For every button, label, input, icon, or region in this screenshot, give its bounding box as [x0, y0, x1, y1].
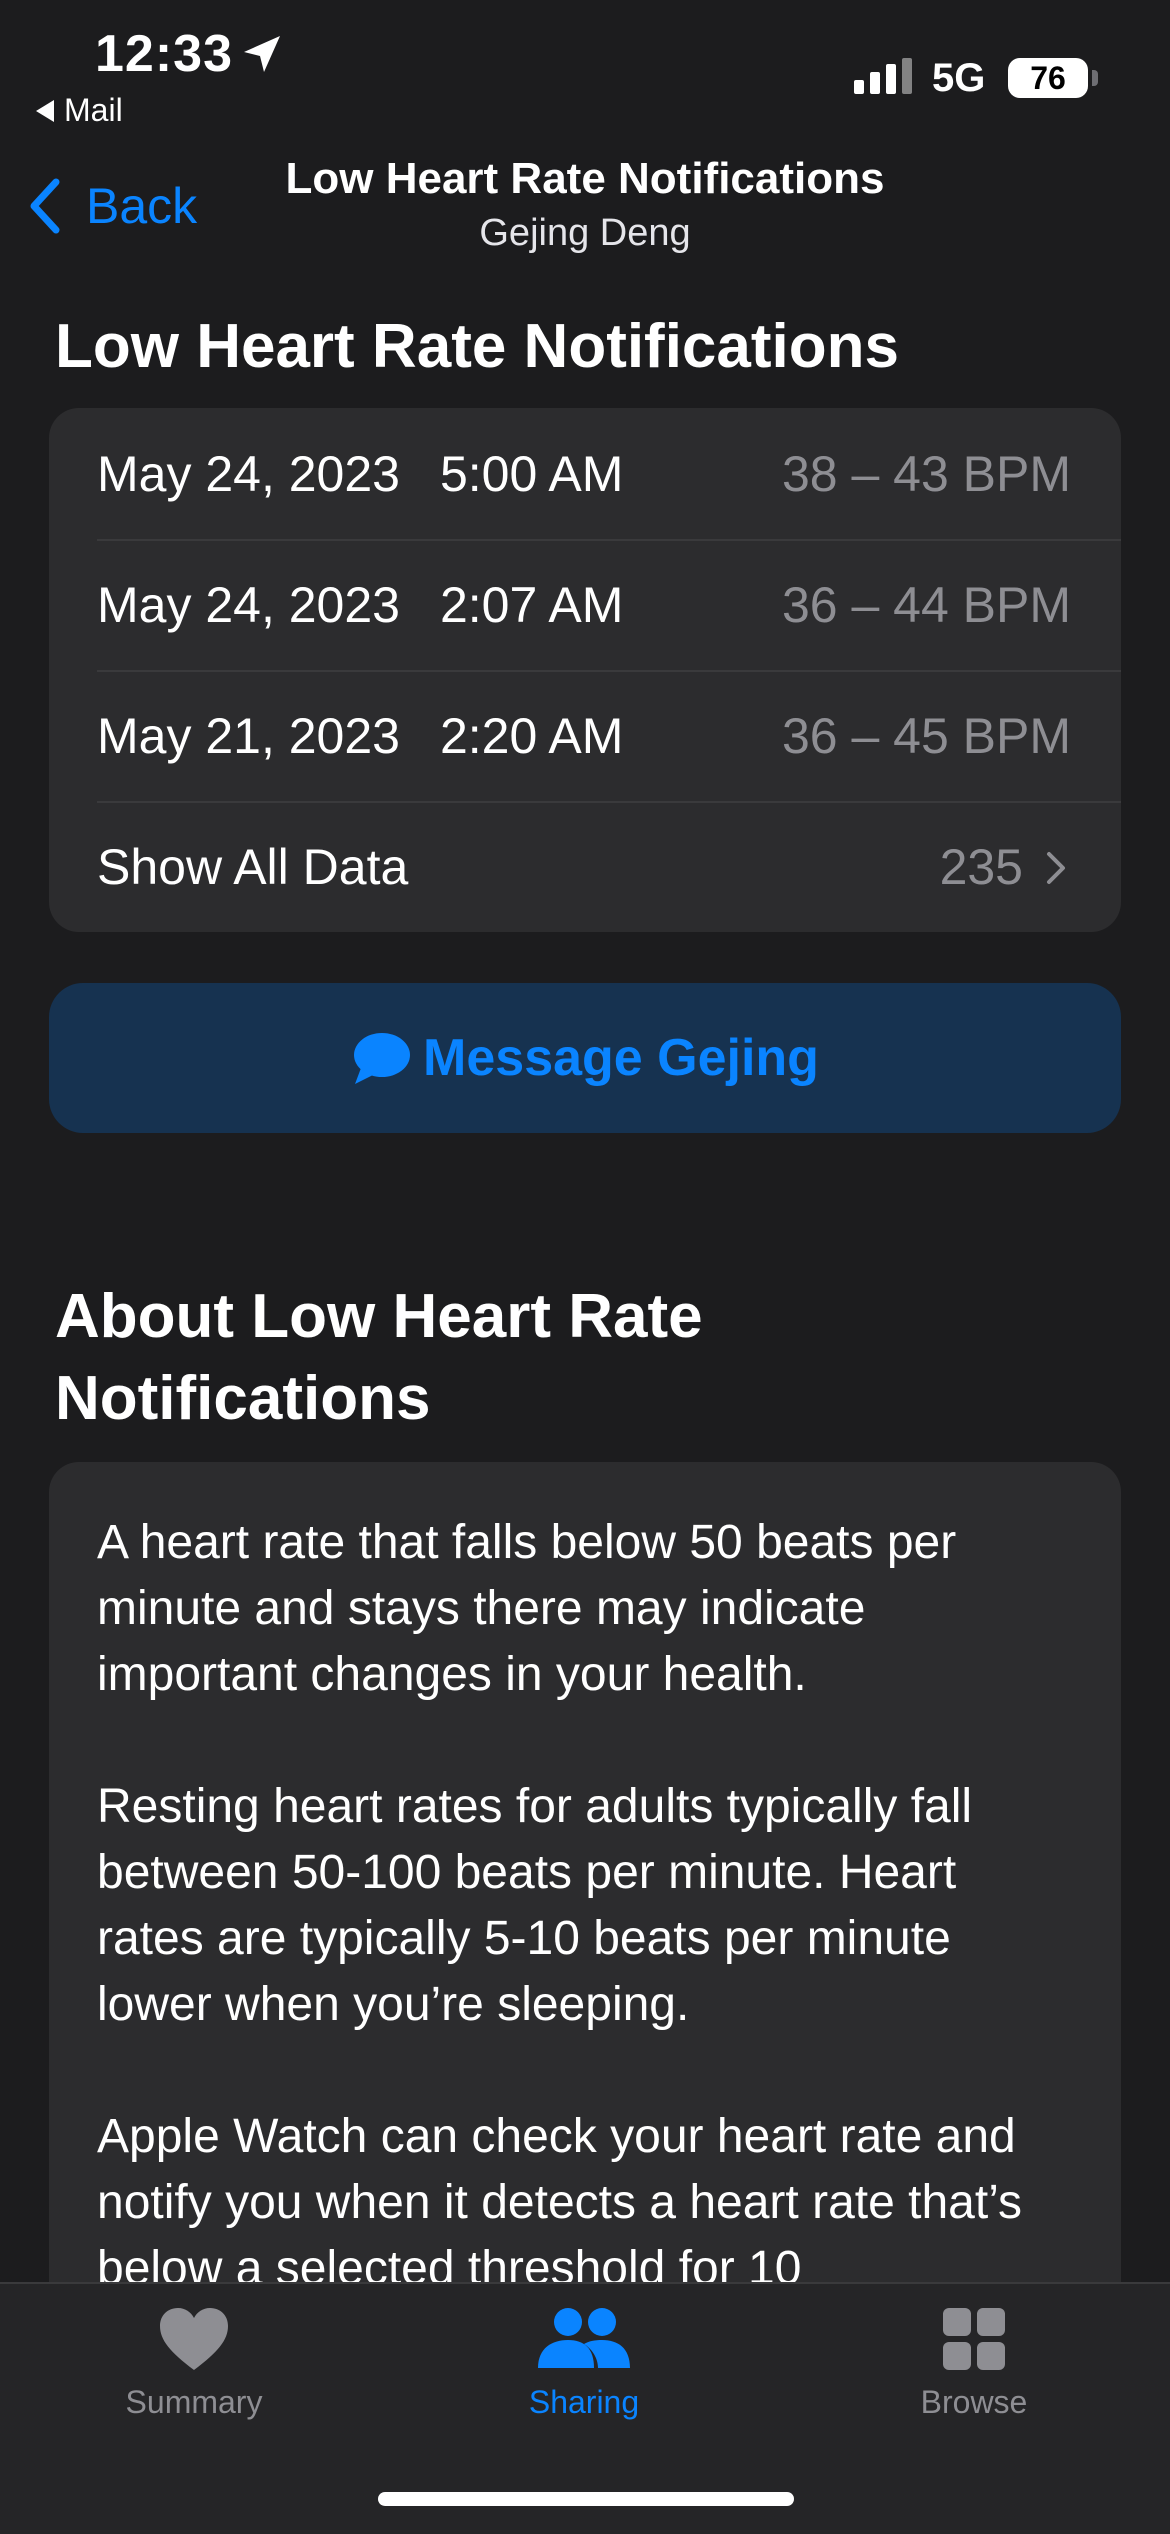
- row-time: 2:07 AM: [439, 576, 624, 633]
- notification-row[interactable]: May 24, 2023 2:07 AM 36 – 44 BPM: [49, 539, 1121, 670]
- row-bpm: 38 – 43 BPM: [781, 445, 1071, 502]
- row-time: 5:00 AM: [439, 445, 624, 502]
- show-all-data-row[interactable]: Show All Data 235: [49, 801, 1121, 932]
- back-app-label: Mail: [64, 92, 123, 128]
- back-triangle-icon: [36, 99, 54, 122]
- message-button[interactable]: Message Gejing: [49, 983, 1121, 1133]
- show-all-count: 235: [939, 838, 1023, 895]
- about-paragraph: Resting heart rates for adults typically…: [97, 1780, 973, 2031]
- notification-row[interactable]: May 24, 2023 5:00 AM 38 – 43 BPM: [49, 408, 1121, 539]
- network-type: 5G: [932, 56, 986, 100]
- navigation-bar: Low Heart Rate Notifications Gejing Deng…: [0, 140, 1170, 260]
- location-arrow-icon: [244, 36, 280, 72]
- about-paragraph: A heart rate that falls below 50 beats p…: [97, 1516, 957, 1701]
- back-label: Back: [86, 178, 198, 234]
- row-time: 2:20 AM: [439, 707, 624, 764]
- tab-summary[interactable]: Summary: [44, 2304, 344, 2421]
- status-bar: 12:33 Mail 5G 76: [0, 0, 1170, 140]
- people-icon: [538, 2308, 630, 2368]
- tab-sharing-label: Sharing: [528, 2384, 640, 2420]
- row-bpm: 36 – 44 BPM: [781, 576, 1071, 633]
- heart-icon: [160, 2308, 228, 2370]
- row-date: May 21, 2023: [97, 707, 400, 764]
- home-indicator[interactable]: [378, 2492, 794, 2506]
- row-date: May 24, 2023: [97, 576, 400, 633]
- tab-summary-label: Summary: [125, 2384, 263, 2420]
- chevron-right-icon: [1047, 852, 1065, 884]
- notification-row[interactable]: May 21, 2023 2:20 AM 36 – 45 BPM: [49, 670, 1121, 801]
- grid-icon: [943, 2308, 1005, 2370]
- battery-cap: [1092, 70, 1098, 86]
- tab-browse[interactable]: Browse: [824, 2304, 1124, 2421]
- back-to-app-link[interactable]: Mail: [36, 92, 123, 129]
- message-bubble-icon: [354, 1033, 411, 1084]
- section-title-about: About Low Heart Rate Notifications: [55, 1276, 703, 1440]
- battery-level: 76: [1030, 59, 1066, 96]
- section-title-notifications: Low Heart Rate Notifications: [55, 312, 899, 381]
- tab-sharing[interactable]: Sharing: [434, 2304, 734, 2421]
- about-title-line1: About Low Heart Rate: [55, 1282, 703, 1351]
- tab-browse-label: Browse: [920, 2384, 1028, 2420]
- about-title-line2: Notifications: [55, 1364, 431, 1433]
- message-button-label: Message Gejing: [423, 1029, 819, 1087]
- notifications-card: May 24, 2023 5:00 AM 38 – 43 BPM May 24,…: [49, 408, 1121, 932]
- status-time: 12:33: [95, 25, 233, 83]
- about-paragraph: Apple Watch can check your heart rate an…: [97, 2110, 1022, 2295]
- chevron-left-icon: [30, 178, 60, 234]
- cellular-signal-icon: [854, 58, 912, 94]
- show-all-label: Show All Data: [97, 838, 409, 895]
- back-button[interactable]: Back: [26, 176, 197, 236]
- row-date: May 24, 2023: [97, 445, 400, 502]
- row-bpm: 36 – 45 BPM: [781, 707, 1071, 764]
- battery-icon: 76: [1008, 58, 1088, 98]
